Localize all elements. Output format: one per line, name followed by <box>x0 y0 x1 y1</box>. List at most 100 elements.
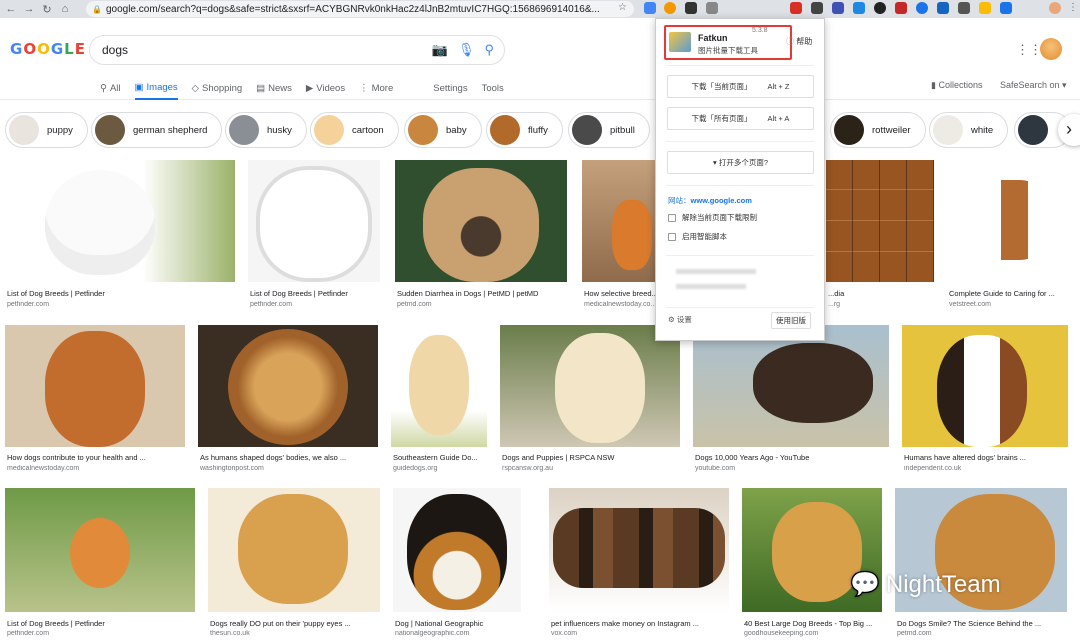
result-caption[interactable]: Dogs 10,000 Years Ago - YouTube <box>695 453 889 462</box>
result-image[interactable] <box>395 160 567 282</box>
image-result[interactable]: Southeastern Guide Do... guidedogs.org <box>391 325 487 475</box>
result-image[interactable] <box>826 160 934 282</box>
result-caption[interactable]: pet influencers make money on Instagram … <box>551 619 729 628</box>
result-caption[interactable]: Dogs and Puppies | RSPCA NSW <box>502 453 680 462</box>
chip-baby[interactable]: baby <box>404 112 482 148</box>
image-result[interactable]: List of Dog Breeds | Petfinder petfinder… <box>5 160 235 310</box>
search-box[interactable]: dogs 📷 🎙 ⚲ <box>89 35 505 65</box>
image-result[interactable]: As humans shaped dogs' bodies, we also .… <box>198 325 378 475</box>
reload-icon[interactable]: ↻ <box>38 3 56 16</box>
image-result[interactable]: Dog | National Geographic nationalgeogra… <box>393 488 521 641</box>
extension-icon[interactable] <box>664 2 676 14</box>
extension-icon[interactable] <box>916 2 928 14</box>
tab-more[interactable]: ⋮ More <box>359 76 393 100</box>
extension-icon[interactable] <box>811 2 823 14</box>
extension-icon[interactable] <box>874 2 886 14</box>
help-link[interactable]: ⓘ 帮助 <box>786 36 812 47</box>
result-image[interactable] <box>208 488 380 612</box>
result-caption[interactable]: Humans have altered dogs' brains ... <box>904 453 1068 462</box>
extension-icon[interactable] <box>895 2 907 14</box>
checkbox[interactable] <box>668 214 676 223</box>
result-image[interactable] <box>500 325 680 447</box>
extension-icon[interactable] <box>937 2 949 14</box>
result-image[interactable] <box>582 160 655 282</box>
image-result[interactable]: Do Dogs Smile? The Science Behind the ..… <box>895 488 1067 641</box>
image-result[interactable]: Dogs 10,000 Years Ago - YouTube youtube.… <box>693 325 889 475</box>
collections-link[interactable]: ▮ Collections <box>931 80 983 91</box>
account-avatar[interactable] <box>1040 38 1062 60</box>
result-caption[interactable]: List of Dog Breeds | Petfinder <box>7 289 233 298</box>
image-result[interactable]: Humans have altered dogs' brains ... ind… <box>902 325 1068 475</box>
image-result[interactable]: pet influencers make money on Instagram … <box>549 488 729 641</box>
result-image[interactable] <box>5 325 185 447</box>
result-image[interactable] <box>549 488 729 612</box>
result-caption[interactable]: ...dia <box>828 289 936 298</box>
image-result[interactable]: Sudden Diarrhea in Dogs | PetMD | petMD … <box>395 160 567 310</box>
extension-icon[interactable] <box>832 2 844 14</box>
download-all-pages-button[interactable]: 下载「所有页面」 Alt + A <box>667 107 814 130</box>
image-result[interactable]: Complete Guide to Caring for ... vetstre… <box>947 160 1069 310</box>
result-image[interactable] <box>5 160 235 282</box>
result-caption[interactable]: As humans shaped dogs' bodies, we also .… <box>200 453 378 462</box>
image-result[interactable]: Dogs really DO put on their 'puppy eyes … <box>208 488 380 641</box>
image-result[interactable]: How dogs contribute to your health and .… <box>5 325 185 475</box>
result-image[interactable] <box>902 325 1068 447</box>
open-multiple-pages-button[interactable]: ▾ 打开多个页面? <box>667 151 814 174</box>
image-result[interactable]: How selective breed... medicalnewstoday.… <box>582 160 657 310</box>
result-image[interactable] <box>393 488 521 612</box>
result-caption[interactable]: 40 Best Large Dog Breeds - Top Big ... <box>744 619 882 628</box>
download-current-page-button[interactable]: 下载「当前页面」 Alt + Z <box>667 75 814 98</box>
address-bar[interactable]: 🔒 google.com/search?q=dogs&safe=strict&s… <box>86 1 634 17</box>
tab-all[interactable]: ⚲ All <box>100 76 121 100</box>
image-result[interactable]: List of Dog Breeds | Petfinder petfinder… <box>5 488 195 641</box>
search-query[interactable]: dogs <box>102 43 128 57</box>
old-version-button[interactable]: 使用旧版 <box>771 312 811 329</box>
settings-link[interactable]: ⚙ 设置 <box>668 314 692 325</box>
chip-german-shepherd[interactable]: german shepherd <box>91 112 223 148</box>
tab-tools[interactable]: Tools <box>482 76 504 100</box>
extension-icon[interactable] <box>958 2 970 14</box>
result-image[interactable] <box>198 325 378 447</box>
result-caption[interactable]: Complete Guide to Caring for ... <box>949 289 1071 298</box>
forward-icon[interactable]: → <box>20 3 38 15</box>
result-image[interactable] <box>248 160 380 282</box>
result-caption[interactable]: Dogs really DO put on their 'puppy eyes … <box>210 619 380 628</box>
image-result[interactable]: List of Dog Breeds | Petfinder petfinder… <box>248 160 380 310</box>
result-caption[interactable]: How selective breed... <box>584 289 657 298</box>
home-icon[interactable]: ⌂ <box>56 3 74 15</box>
tab-shopping[interactable]: ◇ Shopping <box>192 76 242 100</box>
result-caption[interactable]: How dogs contribute to your health and .… <box>7 453 185 462</box>
result-caption[interactable]: Sudden Diarrhea in Dogs | PetMD | petMD <box>397 289 569 298</box>
result-image[interactable] <box>5 488 195 612</box>
extension-icon[interactable] <box>979 2 991 14</box>
extension-icon[interactable] <box>1000 2 1012 14</box>
result-image[interactable] <box>947 160 1069 282</box>
extension-icon[interactable] <box>706 2 718 14</box>
back-icon[interactable]: ← <box>2 3 20 15</box>
extension-icon[interactable] <box>685 2 697 14</box>
extension-icon[interactable] <box>644 2 656 14</box>
chip-pitbull[interactable]: pitbull <box>568 112 650 148</box>
chip-cartoon[interactable]: cartoon <box>310 112 399 148</box>
chip-husky[interactable]: husky <box>225 112 307 148</box>
tab-images[interactable]: ▣ Images <box>134 76 178 100</box>
chip-white[interactable]: white <box>929 112 1009 148</box>
unlock-download-option[interactable]: 解除当前页面下载限制 <box>668 212 757 223</box>
chip-puppy[interactable]: puppy <box>5 112 88 148</box>
image-result[interactable]: 40 Best Large Dog Breeds - Top Big ... g… <box>742 488 882 641</box>
safesearch-toggle[interactable]: SafeSearch on ▾ <box>1000 80 1067 91</box>
result-caption[interactable]: List of Dog Breeds | Petfinder <box>7 619 195 628</box>
smart-script-option[interactable]: 启用智能脚本 <box>668 231 727 242</box>
microphone-icon[interactable]: 🎙 <box>458 42 475 58</box>
result-caption[interactable]: Dog | National Geographic <box>395 619 521 628</box>
camera-icon[interactable]: 📷 <box>432 42 448 58</box>
image-result[interactable]: ...dia ...rg <box>826 160 934 310</box>
menu-icon[interactable]: ⋮ <box>1068 2 1078 13</box>
tab-settings[interactable]: Settings <box>433 76 467 100</box>
result-image[interactable] <box>693 325 889 447</box>
extension-icon[interactable] <box>790 2 802 14</box>
tab-videos[interactable]: ▶ Videos <box>306 76 345 100</box>
result-caption[interactable]: List of Dog Breeds | Petfinder <box>250 289 380 298</box>
chip-fluffy[interactable]: fluffy <box>486 112 563 148</box>
tab-news[interactable]: ▤ News <box>256 76 292 100</box>
